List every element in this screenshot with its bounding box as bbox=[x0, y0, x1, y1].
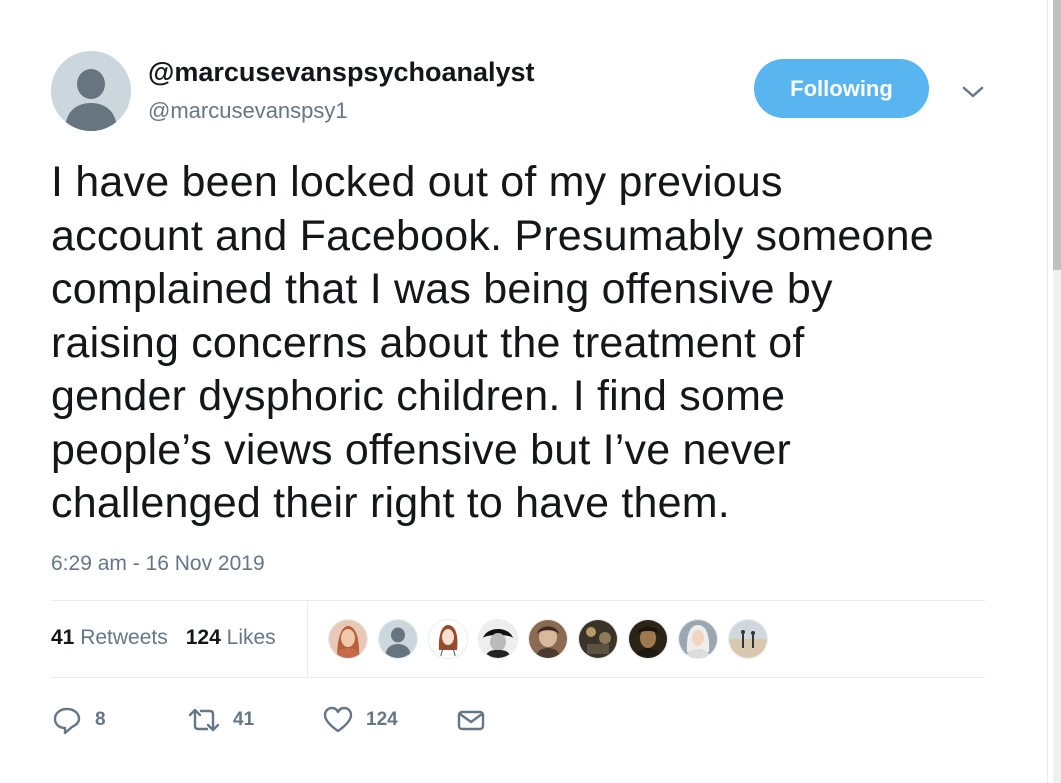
liker-avatar-8-icon[interactable] bbox=[678, 619, 718, 659]
liker-avatar-1-icon[interactable] bbox=[328, 619, 368, 659]
retweet-button[interactable]: 41 bbox=[187, 702, 254, 738]
retweets-label: Retweets bbox=[80, 626, 168, 649]
retweet-count: 41 bbox=[233, 709, 255, 730]
tweet-timestamp[interactable]: 6:29 am - 16 Nov 2019 bbox=[51, 552, 265, 576]
liker-avatars bbox=[328, 619, 778, 659]
direct-message-button[interactable] bbox=[455, 702, 487, 738]
divider-bottom bbox=[51, 677, 985, 678]
display-name[interactable]: @marcusevanspsychoanalyst bbox=[148, 57, 535, 88]
column-border bbox=[1047, 0, 1048, 783]
tweet-text: I have been locked out of my previous ac… bbox=[51, 158, 934, 527]
avatar[interactable] bbox=[51, 51, 131, 131]
user-handle[interactable]: @marcusevanspsy1 bbox=[148, 98, 348, 124]
tweet-stats: 41 Retweets 124 Likes bbox=[51, 626, 276, 650]
liker-avatar-6-icon[interactable] bbox=[578, 619, 618, 659]
divider-top bbox=[51, 600, 985, 601]
liker-avatar-2-default-icon[interactable] bbox=[378, 619, 418, 659]
liker-avatar-7-icon[interactable] bbox=[628, 619, 668, 659]
message-icon bbox=[457, 710, 485, 731]
scrollbar[interactable] bbox=[1053, 0, 1061, 783]
reply-count: 8 bbox=[95, 709, 106, 730]
stats-separator bbox=[307, 601, 308, 677]
retweets-stat[interactable]: 41 Retweets bbox=[51, 626, 168, 650]
likes-count: 124 bbox=[185, 626, 221, 649]
likes-stat[interactable]: 124 Likes bbox=[186, 626, 276, 650]
default-profile-icon bbox=[51, 51, 131, 131]
retweets-count: 41 bbox=[51, 626, 75, 649]
like-icon bbox=[323, 706, 353, 733]
liker-avatar-3-drawing-icon[interactable] bbox=[428, 619, 468, 659]
like-button[interactable]: 124 bbox=[322, 702, 398, 738]
following-button[interactable]: Following bbox=[754, 59, 929, 118]
chevron-down-icon[interactable] bbox=[958, 80, 988, 104]
liker-avatar-4-icon[interactable] bbox=[478, 619, 518, 659]
retweet-icon bbox=[188, 708, 220, 732]
tweet-page: @marcusevanspsychoanalyst @marcusevansps… bbox=[0, 0, 1061, 783]
likes-label: Likes bbox=[226, 626, 276, 649]
reply-icon bbox=[53, 707, 81, 735]
liker-avatar-5-icon[interactable] bbox=[528, 619, 568, 659]
liker-avatar-9-icon[interactable] bbox=[728, 619, 768, 659]
scrollbar-thumb[interactable] bbox=[1053, 0, 1061, 270]
reply-button[interactable]: 8 bbox=[51, 702, 106, 738]
like-count: 124 bbox=[366, 709, 398, 730]
